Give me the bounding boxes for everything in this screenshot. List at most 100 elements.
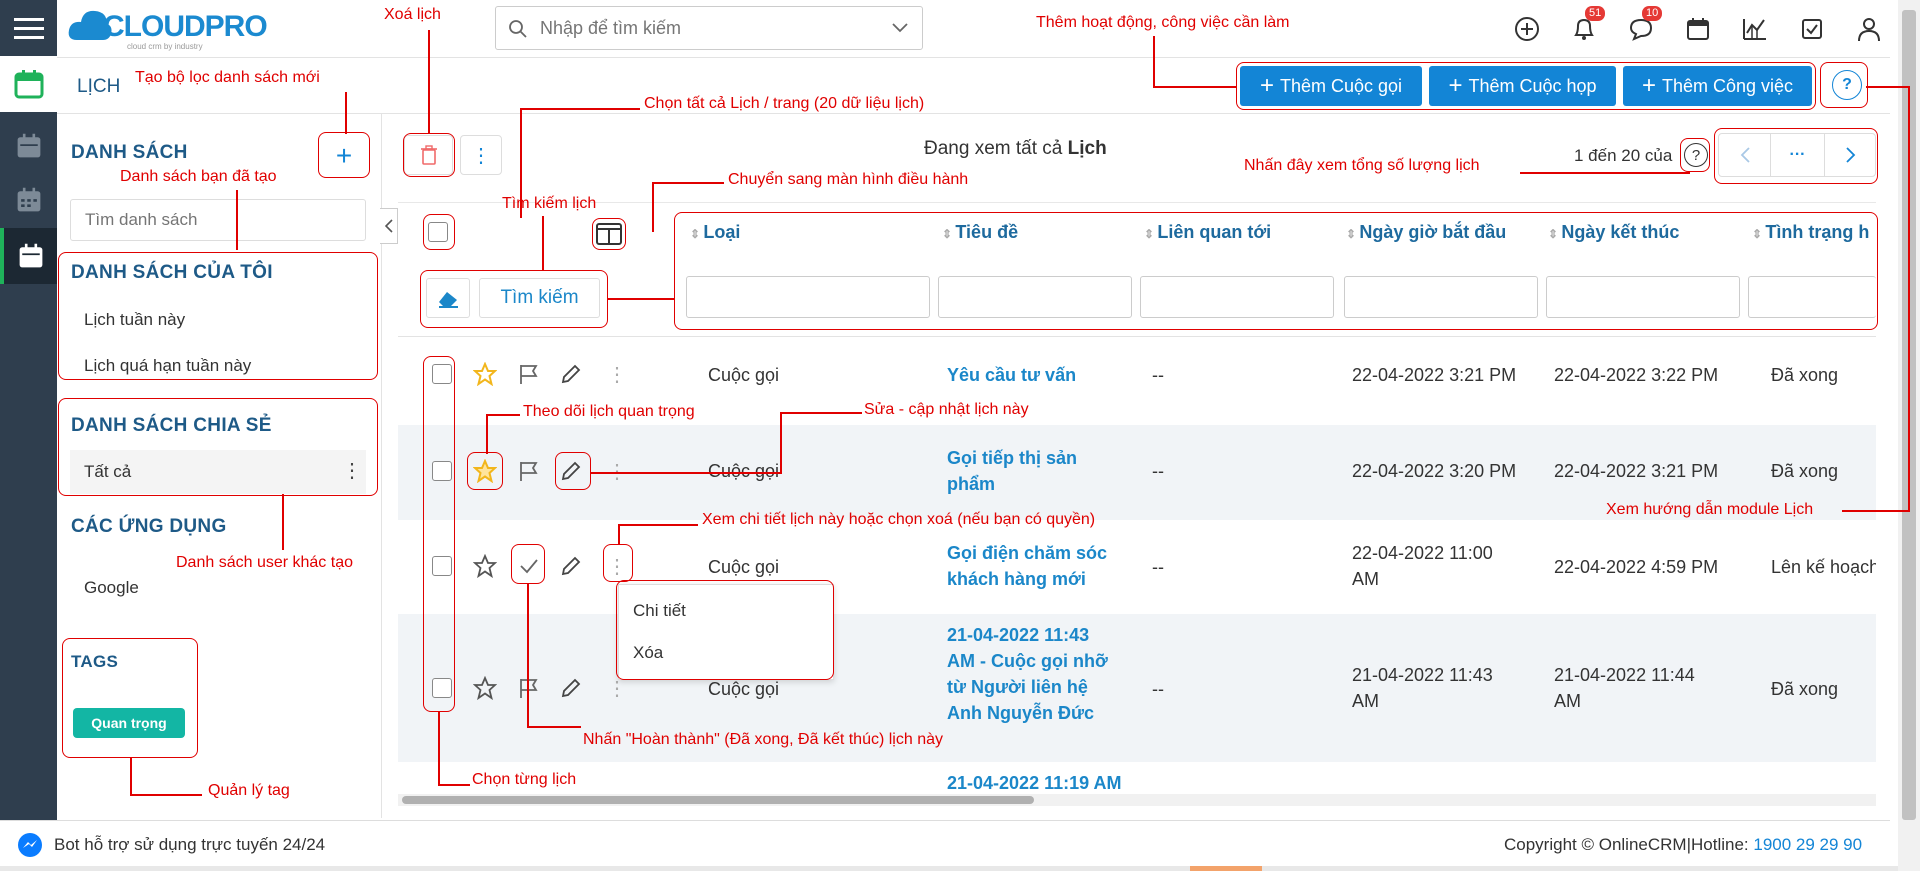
edit-pencil-icon[interactable] (559, 676, 583, 700)
row-4-related: -- (1152, 679, 1164, 699)
annotation-delete-box (403, 133, 455, 177)
annotation-follow: Theo dõi lịch quan trọng (523, 403, 695, 420)
chat-icon[interactable]: 10 (1624, 6, 1663, 46)
star-outline-icon[interactable] (473, 554, 497, 578)
annotation-edit-box (555, 452, 591, 490)
global-search-input[interactable] (540, 15, 870, 41)
row-4-start: 21-04-2022 11:43 AM (1352, 665, 1493, 711)
chat-badge: 10 (1642, 6, 1663, 21)
annotation-manage-tag: Quản lý tag (208, 782, 290, 799)
annotation-select-one: Chọn từng lịch (472, 771, 577, 788)
apps-title: CÁC ỨNG DỤNG (71, 516, 227, 537)
row-1-type: Cuộc gọi (708, 365, 780, 385)
add-circle-icon[interactable] (1510, 12, 1544, 46)
annotation-pagination-box (1714, 128, 1878, 184)
annotation-view-detail-line-v (618, 524, 620, 544)
annotation-add-activity-line-h (1153, 86, 1237, 88)
viewing-status: Đang xem tất cả Lịch (924, 138, 1107, 160)
annotation-tags-box (62, 638, 198, 758)
annotation-edit-line-v (780, 412, 782, 472)
row-more-icon[interactable]: ⋮ (605, 459, 629, 483)
annotation-my-created: Danh sách bạn đã tạo (120, 168, 277, 185)
cloudpro-logo[interactable]: CLOUDPRO cloud crm by industry (67, 4, 277, 54)
edit-pencil-icon[interactable] (559, 362, 583, 386)
viewing-text: Đang xem tất cả (924, 138, 1068, 159)
annotation-delete-line (428, 30, 430, 134)
annotation-search-box (420, 270, 608, 328)
annotation-switch-screen-box (592, 218, 626, 250)
annotation-follow-line-h (486, 414, 520, 416)
row-4-status: Đã xong (1771, 679, 1839, 699)
global-search[interactable] (495, 6, 923, 50)
messenger-icon[interactable] (18, 833, 42, 857)
user-profile-icon[interactable] (1852, 12, 1886, 46)
copyright-text: Copyright © OnlineCRM|Hotline: (1504, 835, 1754, 854)
annotation-my-created-line (236, 190, 238, 250)
report-chart-icon[interactable] (1738, 12, 1772, 46)
bot-support-text[interactable]: Bot hỗ trợ sử dụng trực tuyến 24/24 (54, 835, 325, 855)
calendar-active-icon[interactable] (0, 228, 57, 284)
calendar-module-icon[interactable] (0, 56, 57, 112)
collapse-sidebar-icon[interactable] (380, 208, 398, 244)
flag-icon[interactable] (517, 459, 541, 483)
annotation-search-cal-line (542, 216, 544, 270)
annotation-view-detail-line-h (618, 524, 698, 526)
row-2-end: 22-04-2022 3:21 PM (1554, 461, 1719, 481)
row-4-end: 21-04-2022 11:44 AM (1554, 665, 1695, 711)
pagination-text: 1 đến 20 của (1574, 146, 1673, 165)
annotation-select-all: Chọn tất cả Lịch / trang (20 dữ liệu lịc… (644, 95, 925, 112)
task-check-icon[interactable] (1795, 12, 1829, 46)
annotation-edit-line-h2 (590, 472, 782, 474)
row-3-end: 22-04-2022 4:59 PM (1554, 557, 1719, 577)
row-3-title-link[interactable]: Gọi điện chăm sóc khách hàng mới (947, 540, 1122, 592)
module-title: LỊCH (77, 76, 121, 97)
star-outline-icon[interactable] (473, 676, 497, 700)
chevron-down-icon[interactable] (892, 23, 908, 33)
more-actions-icon[interactable]: ⋮ (460, 135, 502, 175)
annotation-switch-screen-line-h (652, 182, 724, 184)
app-item-google[interactable]: Google (84, 578, 139, 598)
calendar-icon[interactable] (1681, 12, 1715, 46)
row-more-icon[interactable]: ⋮ (605, 362, 629, 386)
row-1-title-link[interactable]: Yêu cầu tư vấn (947, 362, 1132, 388)
calendar-grid-icon[interactable] (0, 172, 57, 228)
annotation-others-created: Danh sách user khác tạo (176, 554, 353, 571)
hotline-link[interactable]: 1900 29 29 90 (1753, 835, 1862, 854)
annotation-select-all-box (423, 214, 455, 250)
annotation-search-cal: Tìm kiếm lịch (502, 195, 597, 212)
calendar-list-icon[interactable] (0, 118, 57, 174)
row-5-title-link[interactable]: 21-04-2022 11:19 AM (947, 770, 1121, 796)
row-1-related: -- (1152, 365, 1164, 385)
annotation-edit: Sửa - cập nhật lịch này (864, 401, 1029, 418)
annotation-switch-screen-line-v (652, 182, 654, 232)
annotation-delete: Xoá lịch (384, 6, 441, 23)
list-search-input[interactable] (70, 199, 366, 241)
annotation-total-count-box (1680, 138, 1710, 172)
row-2-related: -- (1152, 461, 1164, 481)
flag-icon[interactable] (517, 362, 541, 386)
row-1-end: 22-04-2022 3:22 PM (1554, 365, 1719, 385)
annotation-add-activity: Thêm hoạt động, công việc cần làm (1036, 14, 1290, 31)
annotation-columns-box (674, 212, 1878, 330)
edit-pencil-icon[interactable] (559, 554, 583, 578)
annotation-total-count-line (1520, 172, 1690, 174)
bottom-bar-highlight (1190, 866, 1262, 871)
annotation-complete-line-v (527, 584, 529, 726)
annotation-search-columns-line (608, 298, 674, 300)
annotation-complete: Nhấn "Hoàn thành" (Đã xong, Đã kết thúc)… (583, 731, 943, 748)
horizontal-scrollbar-thumb[interactable] (402, 796, 1034, 804)
annotation-guide: Xem hướng dẫn module Lịch (1606, 501, 1814, 518)
annotation-shared-lists-box (58, 398, 378, 496)
row-4-title-link[interactable]: 21-04-2022 11:43 AM - Cuộc gọi nhỡ từ Ng… (947, 622, 1117, 726)
row-2-type: Cuộc gọi (708, 461, 780, 481)
lists-title: DANH SÁCH (71, 142, 188, 163)
flag-icon[interactable] (517, 676, 541, 700)
bottom-bar (0, 866, 1898, 871)
row-2-title-link[interactable]: Gọi tiếp thị sản phẩm (947, 445, 1107, 497)
annotation-manage-tag-line-h (130, 794, 202, 796)
annotation-view-detail: Xem chi tiết lịch này hoặc chọn xoá (nếu… (702, 511, 1096, 528)
hamburger-menu-icon[interactable] (0, 0, 57, 56)
notification-bell-icon[interactable]: 51 (1567, 6, 1606, 46)
star-filled-icon[interactable] (473, 362, 497, 386)
table-header-bottom-divider (398, 336, 1876, 337)
